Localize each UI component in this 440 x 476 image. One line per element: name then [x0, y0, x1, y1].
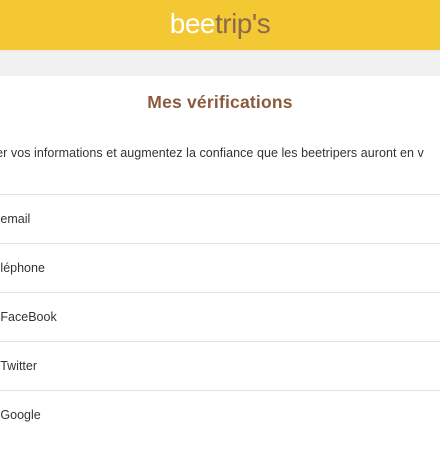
- verification-item-label: n FaceBook: [0, 310, 57, 324]
- top-header: bee trip's: [0, 0, 440, 50]
- verification-item-facebook[interactable]: n FaceBook: [0, 292, 440, 341]
- verification-item-label: téléphone: [0, 261, 45, 275]
- verification-item-label: n email: [0, 212, 31, 226]
- logo-trips-text: trip's: [214, 8, 271, 39]
- verification-item-email[interactable]: n email: [0, 194, 440, 243]
- page-title: Mes vérifications: [147, 92, 293, 112]
- logo-bee-text: bee: [169, 8, 216, 39]
- intro-text: ifier vos informations et augmentez la c…: [0, 146, 424, 160]
- beetrips-logo[interactable]: bee trip's: [169, 8, 271, 39]
- verification-item-google[interactable]: n Google: [0, 390, 440, 439]
- verification-list: n email téléphone n FaceBook n Twitter n…: [0, 194, 440, 439]
- verification-item-phone[interactable]: téléphone: [0, 243, 440, 292]
- verification-item-label: n Google: [0, 408, 41, 422]
- verification-item-label: n Twitter: [0, 359, 38, 373]
- header-divider: [0, 50, 440, 53]
- verification-item-twitter[interactable]: n Twitter: [0, 341, 440, 390]
